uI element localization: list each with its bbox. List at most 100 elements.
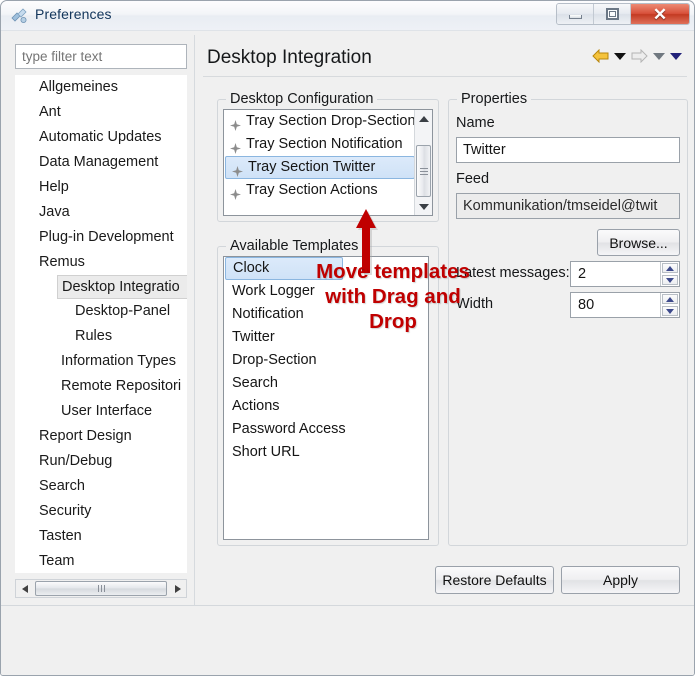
minimize-icon [568,14,582,19]
minimize-button[interactable] [557,4,594,24]
scroll-right-button[interactable] [169,580,186,597]
latest-messages-value: 2 [578,266,587,282]
feed-input[interactable] [456,193,680,219]
scroll-up-button[interactable] [415,110,432,127]
scroll-thumb[interactable] [35,581,167,596]
close-button[interactable]: ✕ [631,4,689,24]
sidebar-item[interactable]: Team [15,549,187,573]
sidebar-item-label: Plug-in Development [39,229,174,245]
tray-section-icon [230,139,241,154]
sidebar-item-label: Team [39,553,75,569]
tray-section-icon [232,162,243,177]
list-item[interactable]: Tray Section Twitter [225,156,415,179]
filter-input[interactable] [15,44,187,69]
properties-group: Properties [448,91,688,546]
list-item[interactable]: Tray Section Notification [224,133,414,156]
sidebar-item[interactable]: Tasten [15,524,187,549]
list-item[interactable]: Drop-Section [224,349,428,372]
desktop-configuration-list[interactable]: Tray Section Drop-Section Tray Section No… [223,109,433,216]
sidebar-item-label: Report Design [39,428,132,444]
triangle-up-icon [418,115,429,122]
sidebar-item[interactable]: Remote Repositori [15,374,187,399]
sidebar-item[interactable]: Automatic Updates [15,125,187,150]
list-item[interactable]: Work Logger [224,280,428,303]
chevron-down-icon [653,52,665,60]
triangle-down-icon [666,308,674,314]
sidebar-item[interactable]: User Interface [15,399,187,424]
browse-button[interactable]: Browse... [597,229,680,256]
list-item[interactable]: Tray Section Actions [224,179,414,202]
sidebar-item[interactable]: Data Management [15,150,187,175]
list-item[interactable]: Twitter [224,326,428,349]
maximize-button[interactable] [594,4,631,24]
triangle-down-icon [418,203,429,210]
sidebar-item[interactable]: Help [15,175,187,200]
sidebar-item-label: Java [39,204,70,220]
available-templates-list[interactable]: Clock Work Logger Notification Twitter Drop-… [223,256,429,540]
width-value: 80 [578,297,595,313]
chevron-down-icon [614,52,626,60]
sidebar-item[interactable]: Information Types [15,349,187,374]
stepper-up-button[interactable] [662,263,678,273]
list-item[interactable]: Clock [225,257,343,280]
apply-button[interactable]: Apply [561,566,680,594]
sidebar-item-label: Remote Repositori [61,378,182,394]
list-item[interactable]: Actions [224,395,428,418]
sidebar-item[interactable]: Plug-in Development [15,225,187,250]
tray-section-icon [230,185,241,200]
sidebar-item[interactable]: Report Design [15,424,187,449]
sidebar-item-label: Allgemeines [39,79,118,95]
sidebar-item[interactable]: Allgemeines [15,75,187,100]
sidebar-item-label: Data Management [39,154,159,170]
forward-dropdown-icon[interactable] [653,52,665,60]
restore-defaults-button[interactable]: Restore Defaults [435,566,554,594]
preferences-window: Preferences ✕ Allgemeines Ant Automatic Up… [0,0,695,676]
back-dropdown-icon[interactable] [614,52,626,60]
list-item-label: Short URL [232,444,300,460]
sidebar-item[interactable]: Security [15,499,187,524]
dialog-button-bar: ? OK Cancel [1,606,694,675]
list-item[interactable]: Password Access [224,418,428,441]
scroll-thumb[interactable] [416,145,431,197]
list-item-label: Clock [233,260,270,276]
latest-messages-stepper[interactable]: 2 [570,261,680,287]
stepper-down-button[interactable] [662,275,678,285]
preferences-icon [10,7,28,25]
sidebar-item-label: Automatic Updates [39,129,162,145]
list-item-label: Work Logger [232,283,315,299]
sidebar-item-label: Help [39,179,69,195]
forward-arrow-icon[interactable] [631,49,648,63]
preferences-tree[interactable]: Allgemeines Ant Automatic Updates Data Mana… [15,75,187,573]
list-item[interactable]: Short URL [224,441,428,464]
sidebar-item[interactable]: Desktop-Panel [15,299,187,324]
sidebar-item-label: Desktop-Panel [75,303,171,319]
list-item[interactable]: Tray Section Drop-Section [224,110,416,133]
name-input[interactable] [456,137,680,163]
scroll-track[interactable] [415,127,432,198]
sidebar-item[interactable]: Desktop Integratio [57,275,187,299]
grip-icon [419,167,428,175]
stepper-up-button[interactable] [662,294,678,304]
sidebar-item[interactable]: Remus [15,250,187,275]
sidebar-item[interactable]: Run/Debug [15,449,187,474]
more-dropdown-icon[interactable] [670,52,682,60]
sidebar-item[interactable]: Ant [15,100,187,125]
stepper-down-button[interactable] [662,306,678,316]
sidebar-item[interactable]: Java [15,200,187,225]
sidebar-item[interactable]: Search [15,474,187,499]
list-item[interactable]: Search [224,372,428,395]
triangle-right-icon [174,584,181,593]
width-stepper[interactable]: 80 [570,292,680,318]
scroll-down-button[interactable] [415,198,432,215]
back-arrow-icon[interactable] [592,49,609,63]
config-vertical-scrollbar[interactable] [414,110,432,215]
scroll-left-button[interactable] [16,580,33,597]
list-item[interactable]: Notification [224,303,428,326]
sidebar-item-label: Information Types [61,353,176,369]
name-label: Name [456,115,495,131]
sidebar-item[interactable]: Rules [15,324,187,349]
tree-horizontal-scrollbar[interactable] [15,579,187,598]
latest-messages-label: Latest messages: [456,265,570,281]
window-title: Preferences [35,6,112,22]
list-item-label: Tray Section Notification [246,136,403,152]
